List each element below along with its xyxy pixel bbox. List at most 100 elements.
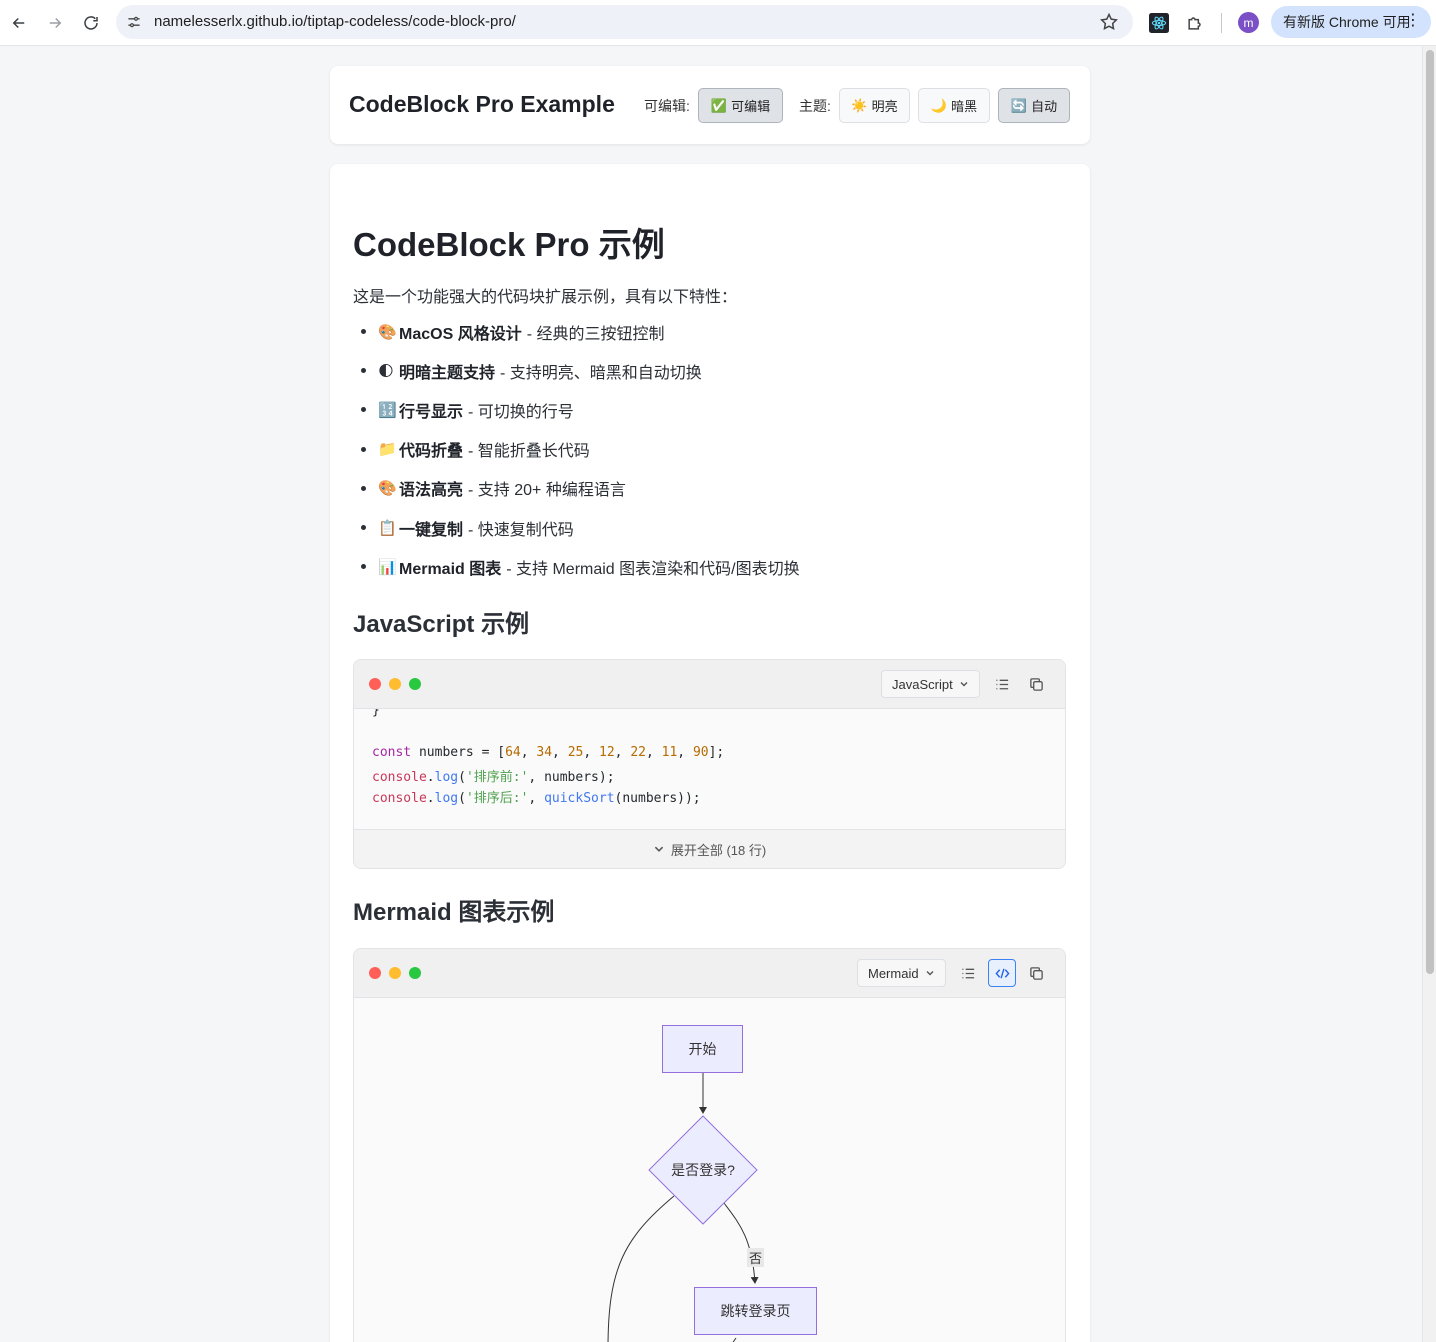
close-dot-button[interactable] (369, 678, 381, 690)
code-line: console.log('排序前:', numbers); (372, 770, 615, 785)
mermaid-diagram: 开始 是否登录? 否 跳转登录页 (354, 998, 1065, 1342)
feature-desc: - 智能折叠长代码 (468, 443, 590, 461)
page-scrollbar[interactable] (1422, 46, 1436, 1342)
edge-login-down (732, 1337, 737, 1342)
address-bar[interactable]: namelesserlx.github.io/tiptap-codeless/c… (116, 5, 1133, 39)
code-diagram-toggle-button[interactable] (988, 959, 1016, 987)
chrome-update-button[interactable]: 有新版 Chrome 可用 ⋮ (1271, 6, 1431, 38)
toolbar-divider (1221, 13, 1222, 33)
minimize-dot-button[interactable] (389, 678, 401, 690)
url-text: namelesserlx.github.io/tiptap-codeless/c… (154, 13, 516, 30)
language-select[interactable]: JavaScript (881, 670, 980, 698)
moon-icon: 🌙 (930, 97, 948, 113)
minimize-dot-button[interactable] (389, 967, 401, 979)
feature-title: 语法高亮 (399, 482, 464, 500)
theme-label: 主题: (799, 98, 831, 114)
site-settings-icon[interactable] (124, 12, 144, 32)
bar-chart-icon: 📊 (378, 558, 397, 576)
language-select-value: Mermaid (868, 965, 919, 981)
more-vertical-icon[interactable]: ⋮ (1405, 13, 1421, 29)
theme-light-button[interactable]: ☀️ 明亮 (839, 88, 910, 123)
content-title: CodeBlock Pro 示例 (353, 226, 665, 263)
list-icon (961, 968, 974, 978)
extensions-puzzle-icon[interactable] (1183, 11, 1207, 35)
feature-desc: - 可切换的行号 (468, 403, 574, 421)
close-dot-button[interactable] (369, 967, 381, 979)
reload-button[interactable] (77, 9, 105, 37)
react-devtools-icon[interactable] (1147, 11, 1171, 35)
edge-decision-left (607, 1195, 675, 1342)
feature-desc: - 快速复制代码 (468, 521, 574, 539)
sun-icon: ☀️ (851, 97, 868, 113)
chevron-down-icon (654, 846, 663, 852)
list-item: 📊 Mermaid 图表 - 支持 Mermaid 图表渲染和代码/图表切换 (353, 547, 800, 586)
copy-icon (1029, 677, 1043, 691)
theme-light-label: 明亮 (871, 99, 898, 114)
list-item: 🎨 语法高亮 - 支持 20+ 种编程语言 (353, 469, 800, 508)
feature-desc: - 支持明亮、暗黑和自动切换 (500, 364, 702, 382)
code-line: const numbers = [64, 34, 25, 12, 22, 11,… (372, 745, 725, 760)
mermaid-heading: Mermaid 图表示例 (353, 899, 555, 926)
browser-toolbar: namelesserlx.github.io/tiptap-codeless/c… (0, 0, 1436, 46)
feature-title: 代码折叠 (399, 443, 464, 461)
profile-avatar[interactable]: m (1238, 12, 1259, 33)
expand-all-button[interactable]: 展开全部 (18 行) (354, 829, 1065, 868)
code-block-toolbar: Mermaid (354, 949, 1065, 998)
theme-auto-button[interactable]: 🔄 自动 (998, 88, 1070, 123)
maximize-dot-button[interactable] (409, 967, 421, 979)
numbers-icon: 🔢 (378, 401, 397, 419)
flowchart-node-login: 跳转登录页 (694, 1287, 817, 1335)
feature-title: 行号显示 (399, 403, 464, 421)
mermaid-code-block[interactable]: Mermaid 开始 是否登录? 否 跳转登录页 (353, 948, 1066, 1342)
arrow-right-icon (49, 17, 62, 29)
feature-list: 🎨 MacOS 风格设计 - 经典的三按钮控制 🌓 明暗主题支持 - 支持明亮、暗黑和自… (353, 312, 800, 586)
feature-title: 一键复制 (399, 521, 464, 539)
scrollbar-thumb[interactable] (1426, 50, 1434, 974)
half-moon-icon: 🌓 (378, 362, 394, 380)
theme-auto-label: 自动 (1031, 99, 1058, 114)
line-numbers-toggle-button[interactable] (954, 959, 982, 987)
expand-all-label: 展开全部 (18 行) (670, 842, 767, 858)
editor-content[interactable]: CodeBlock Pro 示例 这是一个功能强大的代码块扩展示例，具有以下特性… (330, 164, 1090, 1342)
chrome-update-label: 有新版 Chrome 可用 (1283, 14, 1411, 30)
arrow-left-icon (12, 17, 25, 29)
copy-code-button[interactable] (1022, 959, 1050, 987)
reload-icon (84, 16, 98, 30)
copy-code-button[interactable] (1022, 670, 1050, 698)
bookmark-star-icon[interactable] (1099, 12, 1119, 32)
language-select[interactable]: Mermaid (857, 959, 946, 987)
flowchart-node-decision: 是否登录? (671, 1162, 735, 1178)
feature-desc: - 支持 20+ 种编程语言 (468, 482, 626, 500)
list-icon (995, 679, 1008, 689)
javascript-heading: JavaScript 示例 (353, 611, 530, 638)
theme-dark-label: 暗黑 (951, 99, 978, 114)
list-item: 📋 一键复制 - 快速复制代码 (353, 508, 800, 547)
back-button[interactable] (5, 9, 33, 37)
list-item: 🎨 MacOS 风格设计 - 经典的三按钮控制 (353, 312, 800, 351)
editable-toggle-button[interactable]: ✅ 可编辑 (698, 88, 783, 123)
flowchart-node-start: 开始 (662, 1025, 743, 1073)
feature-title: MacOS 风格设计 (399, 325, 522, 343)
example-header: CodeBlock Pro Example 可编辑: ✅ 可编辑 主题: ☀️ … (330, 66, 1090, 144)
editable-button-label: 可编辑 (731, 99, 771, 114)
javascript-code-block[interactable]: JavaScript } const numbers = [64, 34, 25… (353, 659, 1066, 869)
folder-icon: 📁 (378, 441, 397, 459)
feature-desc: - 经典的三按钮控制 (526, 325, 665, 343)
language-select-value: JavaScript (892, 676, 953, 692)
edge-label-no: 否 (747, 1248, 765, 1267)
feature-desc: - 支持 Mermaid 图表渲染和代码/图表切换 (506, 560, 800, 578)
code-content[interactable]: } const numbers = [64, 34, 25, 12, 22, 1… (354, 709, 1065, 829)
palette-icon: 🎨 (378, 480, 397, 498)
intro-paragraph: 这是一个功能强大的代码块扩展示例，具有以下特性： (353, 289, 738, 306)
code-block-toolbar: JavaScript (354, 660, 1065, 709)
feature-title: Mermaid 图表 (399, 560, 502, 578)
line-numbers-toggle-button[interactable] (988, 670, 1016, 698)
theme-dark-button[interactable]: 🌙 暗黑 (918, 88, 990, 123)
forward-button[interactable] (41, 9, 69, 37)
maximize-dot-button[interactable] (409, 678, 421, 690)
chevron-down-icon (960, 682, 968, 687)
feature-title: 明暗主题支持 (399, 364, 496, 382)
chevron-down-icon (926, 971, 934, 976)
copy-icon (1029, 966, 1043, 980)
code-icon (994, 968, 1010, 978)
